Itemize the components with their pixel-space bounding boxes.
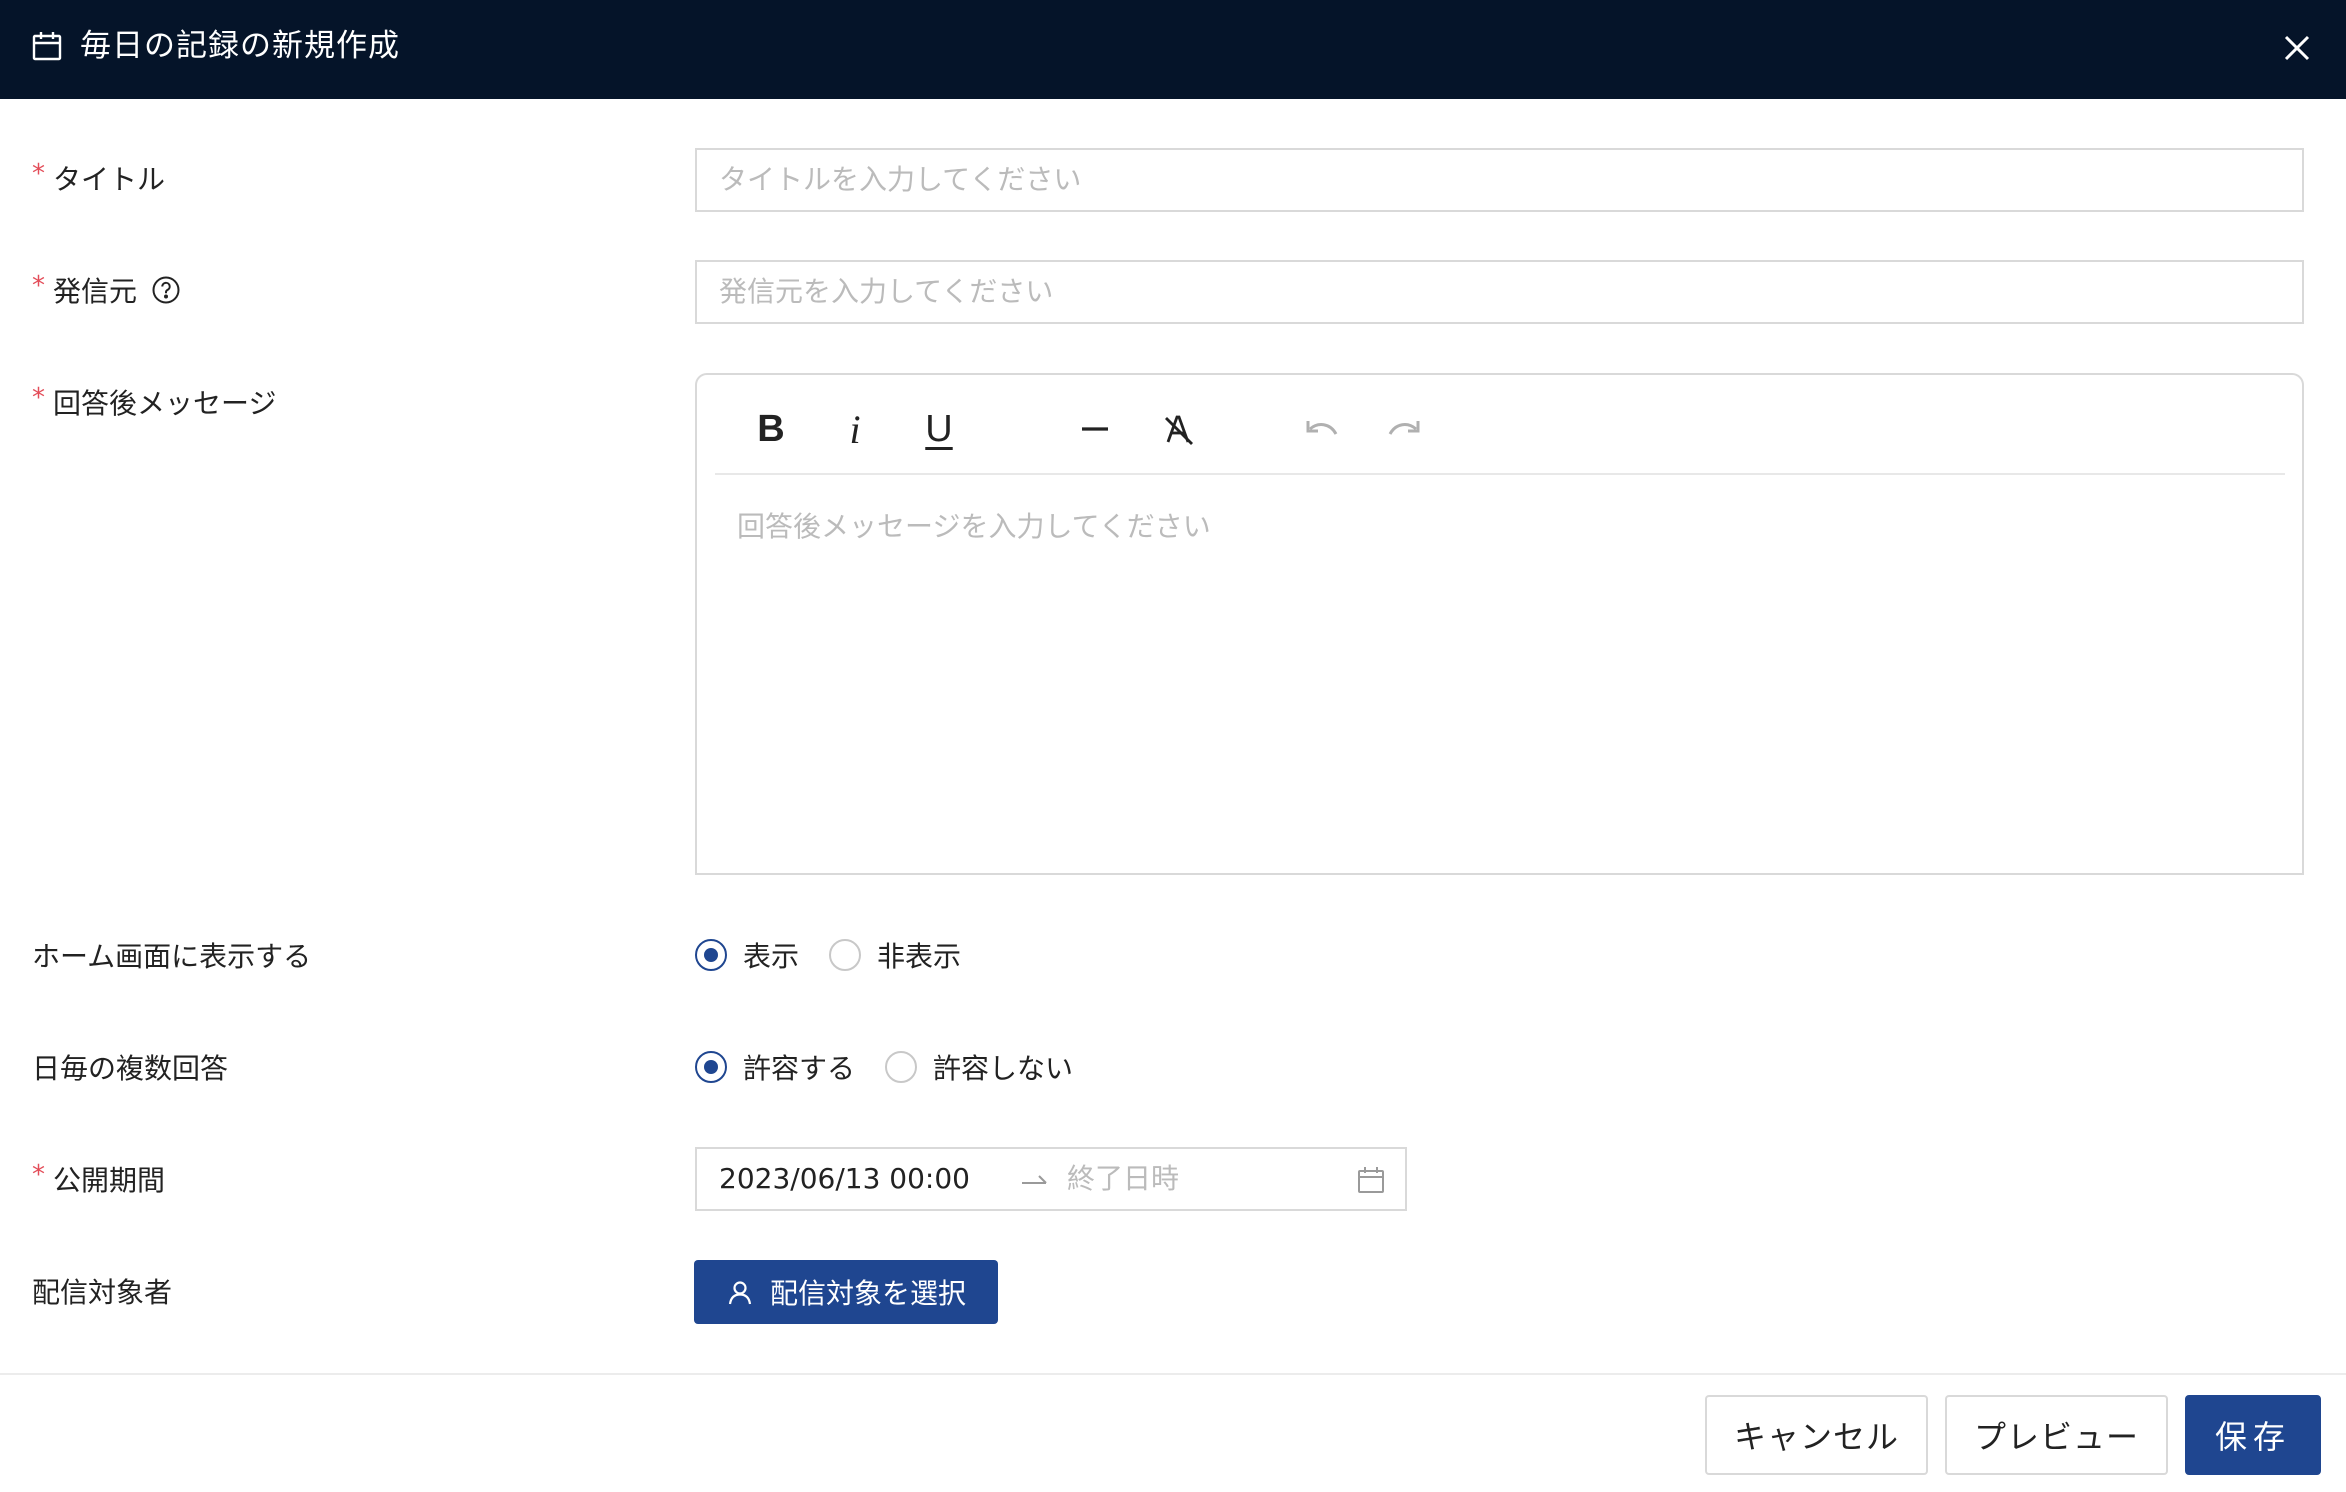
radio-disallow[interactable]: 許容しない: [885, 1047, 1073, 1087]
editor-placeholder: 回答後メッセージを入力してください: [737, 510, 1211, 543]
preview-button[interactable]: プレビュー: [1945, 1395, 2168, 1475]
undo-button[interactable]: [1295, 403, 1347, 455]
clear-format-button[interactable]: [1153, 403, 1205, 455]
sender-label: * 発信元: [32, 270, 181, 310]
radio-dot: [695, 939, 727, 971]
user-icon: [728, 1281, 752, 1305]
sender-input[interactable]: 発信元を入力してください: [695, 260, 2304, 324]
after-message-label: * 回答後メッセージ: [32, 382, 276, 422]
calendar-icon[interactable]: [1357, 1166, 1385, 1194]
horizontal-rule-button[interactable]: [1069, 403, 1121, 455]
dialog-title: 毎日の記録の新規作成: [80, 28, 400, 64]
required-mark: *: [32, 1160, 45, 1190]
undo-icon: [1306, 421, 1338, 435]
required-mark: *: [32, 271, 45, 301]
end-date-input[interactable]: 終了日時: [1067, 1149, 1179, 1209]
select-audience-button[interactable]: 配信対象を選択: [694, 1260, 998, 1324]
after-message-label-text: 回答後メッセージ: [53, 387, 277, 420]
audience-label: 配信対象者: [32, 1276, 173, 1309]
select-audience-label: 配信対象を選択: [769, 1277, 966, 1310]
redo-button[interactable]: [1379, 403, 1431, 455]
required-mark: *: [32, 159, 45, 189]
sender-input-placeholder: 発信元を入力してください: [719, 275, 1054, 308]
footer-divider: [0, 1373, 2346, 1375]
home-display-label: ホーム画面に表示する: [32, 940, 312, 973]
rich-text-editor[interactable]: B i U 回答後メッセージを入力してください: [695, 373, 2304, 875]
title-input[interactable]: タイトルを入力してください: [695, 148, 2304, 212]
close-icon[interactable]: [2280, 31, 2314, 65]
calendar-icon: [32, 32, 62, 61]
radio-dot: [829, 939, 862, 971]
radio-show-label: 表示: [743, 940, 800, 973]
radio-dot: [695, 1051, 727, 1083]
horizontal-rule-icon: [1082, 427, 1108, 431]
radio-disallow-label: 許容しない: [933, 1052, 1074, 1085]
start-date-input[interactable]: 2023/06/13 00:00: [719, 1149, 970, 1209]
radio-dot: [885, 1051, 918, 1083]
radio-allow-label: 許容する: [743, 1052, 856, 1085]
save-button[interactable]: 保存: [2185, 1395, 2321, 1475]
multi-answer-label: 日毎の複数回答: [32, 1052, 229, 1085]
underline-button[interactable]: U: [913, 403, 965, 455]
bold-button[interactable]: B: [745, 403, 797, 455]
period-label: * 公開期間: [32, 1159, 165, 1199]
title-label: * タイトル: [32, 158, 165, 198]
editor-toolbar: B i U: [715, 375, 2285, 475]
arrow-right-icon: [1022, 1175, 1047, 1184]
title-input-placeholder: タイトルを入力してください: [719, 163, 1082, 196]
redo-icon: [1388, 421, 1420, 435]
multi-answer-radio-group: 許容する 許容しない: [695, 1047, 1103, 1087]
italic-button[interactable]: i: [829, 403, 881, 455]
sender-label-text: 発信元: [53, 275, 138, 308]
radio-allow[interactable]: 許容する: [695, 1047, 855, 1087]
required-mark: *: [32, 383, 45, 413]
clear-format-icon: [1165, 415, 1193, 445]
title-label-text: タイトル: [53, 163, 166, 196]
radio-show[interactable]: 表示: [695, 935, 799, 975]
dialog-header: 毎日の記録の新規作成: [0, 0, 2346, 99]
radio-hide-label: 非表示: [877, 940, 962, 973]
cancel-button[interactable]: キャンセル: [1705, 1395, 1928, 1475]
radio-hide[interactable]: 非表示: [829, 935, 961, 975]
period-label-text: 公開期間: [53, 1164, 166, 1197]
question-circle-icon[interactable]: [151, 275, 181, 305]
date-range-picker[interactable]: 2023/06/13 00:00 終了日時: [695, 1147, 1407, 1211]
home-display-radio-group: 表示 非表示: [695, 935, 991, 975]
